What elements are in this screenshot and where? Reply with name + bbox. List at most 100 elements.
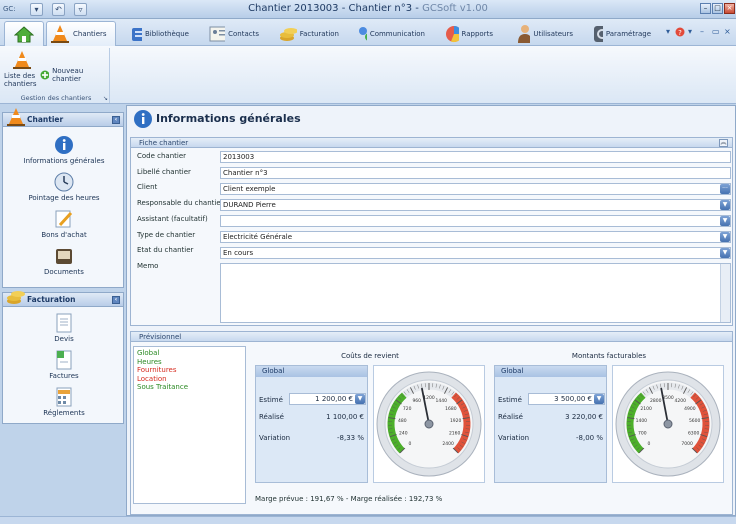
couts-estime-input[interactable]: 1 200,00 € ▼ [289,393,366,405]
nav-item-informations[interactable]: Informations générales [3,135,125,165]
nav-item-pointage[interactable]: Pointage des heures [3,172,125,202]
tab-rapports[interactable]: Rapports [442,21,496,46]
ellipsis-button[interactable]: ··· [720,184,730,194]
nav-facturation-title: Facturation [27,295,76,304]
fiche-chantier-section: Fiche chantier ︽ Code chantier 2013003 L… [130,137,733,326]
montants-gauge: 0 700 1400 2100 2800 3500 4200 4900 5600 6300 7000 [612,365,724,483]
ribbon-restore-icon[interactable]: ▭ [712,27,720,36]
help-icon[interactable]: ? [675,27,685,37]
type-chantier-select[interactable]: Electricité Générale ▼ [220,231,731,243]
tab-home[interactable] [4,21,44,46]
chevron-down-icon[interactable]: ▼ [720,200,730,210]
field-label: Code chantier [137,152,187,160]
estime-label: Estimé [259,396,283,404]
new-chantier-button[interactable]: Nouveau chantier [40,67,109,83]
clock-icon [54,172,74,192]
gauge-tick-label: 2100 [640,406,652,412]
reports-icon [446,25,459,42]
etat-chantier-select[interactable]: En cours ▼ [220,247,731,259]
collapse-icon[interactable]: ‹ [112,116,120,124]
chevron-down-icon[interactable]: ▼ [720,216,730,226]
user-icon [518,24,531,43]
minimize-button[interactable]: – [700,3,711,14]
ribbon-group-gestion: Liste des chantiers Nouveau chantier Ges… [2,48,110,103]
nav-chantier-header[interactable]: Chantier ‹ [3,108,123,127]
previsionnel-header: Prévisionnel [131,332,732,342]
previsionnel-item[interactable]: Heures [137,358,242,367]
gauge-tick-label: 5600 [689,418,701,424]
list-chantiers-button[interactable]: Liste des chantiers [4,50,40,94]
coins-icon [7,291,25,304]
nav-item-reglements[interactable]: Réglements [3,387,125,417]
nav-item-devis[interactable]: Devis [3,313,125,343]
variation-label: Variation [259,434,291,442]
previsionnel-item[interactable]: Fournitures [137,366,242,375]
ribbon-close-icon[interactable]: × [724,27,731,36]
nav-item-label: Informations générales [23,157,105,165]
ribbon-tabs: Chantiers Bibliothèque Contacts Facturat… [0,19,736,46]
nav-item-bons-achat[interactable]: Bons d'achat [3,209,125,239]
libelle-chantier-field[interactable]: Chantier n°3 [220,167,731,179]
couts-title: Coûts de revient [341,352,399,360]
window-title: Chantier 2013003 - Chantier n°3 - GCSoft… [248,3,488,14]
code-chantier-field[interactable]: 2013003 [220,151,731,163]
dialog-launcher-icon[interactable]: ↘ [103,95,108,102]
gauge-tick-label: 960 [412,398,421,404]
main-content: Informations générales Fiche chantier ︽ … [126,105,736,516]
responsable-select[interactable]: DURAND Pierre ▼ [220,199,731,211]
options-caret-icon[interactable]: ▾ [688,27,692,36]
gauge-hub [663,419,673,429]
chevron-down-icon[interactable]: ▼ [720,232,730,242]
gauge-tick-label: 0 [408,441,411,447]
etat-chantier-value: En cours [223,249,254,257]
tab-bibliotheque[interactable]: Bibliothèque [128,21,192,46]
tab-utilisateurs[interactable]: Utilisateurs [514,21,576,46]
previsionnel-item[interactable]: Sous Traitance [137,383,242,392]
montants-estime-input[interactable]: 3 500,00 € ▼ [528,393,605,405]
collapse-section-icon[interactable]: ︽ [719,139,728,147]
collapse-icon[interactable]: ‹ [112,296,120,304]
previsionnel-item[interactable]: Global [137,349,242,358]
close-button[interactable]: × [724,3,735,14]
couts-estime-value: 1 200,00 € [315,395,353,403]
nav-item-documents[interactable]: Documents [3,246,125,276]
client-field[interactable]: Client exemple ··· [220,183,731,195]
nav-chantier-title: Chantier [27,115,64,124]
previsionnel-item[interactable]: Location [137,375,242,384]
maximize-button[interactable]: □ [712,3,723,14]
cone-icon [7,108,25,126]
field-label: Assistant (facultatif) [137,215,208,223]
realise-label: Réalisé [498,413,523,421]
ribbon-group-label: Gestion des chantiers [20,94,92,102]
tab-parametrage[interactable]: Paramétrage [590,21,654,46]
chevron-down-icon[interactable]: ▼ [720,248,730,258]
tab-bibliotheque-label: Bibliothèque [144,29,189,38]
tab-facturation[interactable]: Facturation [276,21,342,46]
nav-item-label: Devis [54,335,74,343]
nav-facturation-header[interactable]: Facturation ‹ [3,291,123,307]
couts-panel-header: Global [256,366,367,377]
nav-item-label: Bons d'achat [41,231,87,239]
page-title: Informations générales [156,112,301,125]
library-icon [132,27,142,41]
assistant-select[interactable]: ▼ [220,215,731,227]
montants-panel: Global Estimé 3 500,00 € ▼ Réalisé 3 220,… [494,365,607,483]
nav-item-factures[interactable]: Factures [3,350,125,380]
chevron-down-icon[interactable]: ▼ [594,394,604,404]
communication-icon [359,26,367,40]
chevron-down-icon[interactable]: ▼ [355,394,365,404]
help-caret-icon[interactable]: ▾ [666,27,670,36]
memo-scrollbar[interactable] [720,264,730,322]
fiche-chantier-header: Fiche chantier [131,138,732,148]
tab-contacts[interactable]: Contacts [206,21,262,46]
tab-communication[interactable]: Communication [354,21,428,46]
tab-chantiers[interactable]: Chantiers [46,21,116,46]
couts-gauge-svg: 0240480720960120014401680192021602400 [376,371,482,477]
info-icon [134,110,152,128]
gauge-tick-label: 1920 [450,418,462,424]
gauge-tick-label: 4900 [684,406,696,412]
gauge-tick-label: 0 [647,441,650,447]
ribbon-minimize-icon[interactable]: – [700,27,704,36]
document-icon [56,313,72,333]
memo-textarea[interactable] [220,263,731,323]
